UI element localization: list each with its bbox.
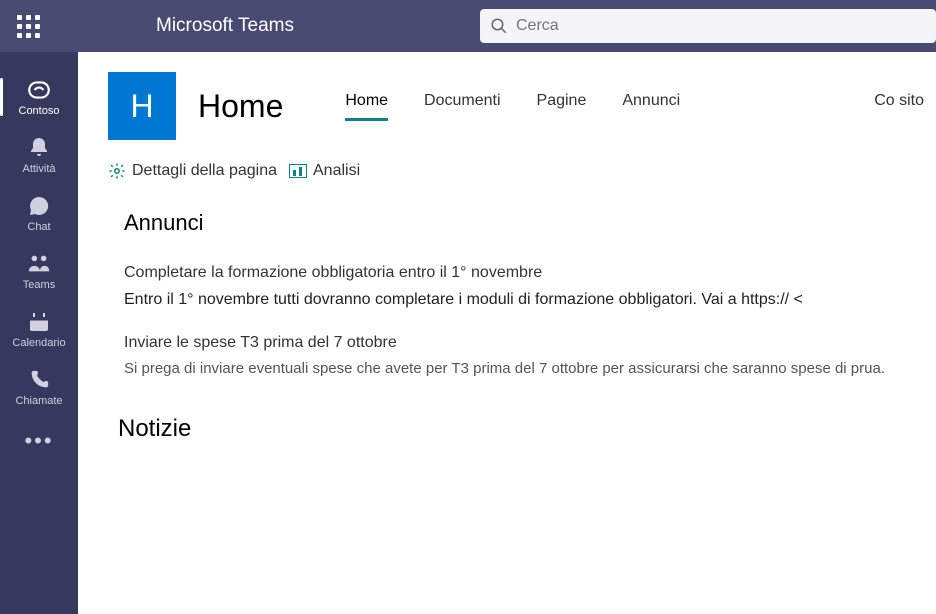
sidebar-label: Teams <box>23 279 55 291</box>
search-box[interactable] <box>480 9 936 43</box>
announcement-title: Inviare le spese T3 prima del 7 ottobre <box>124 334 924 352</box>
sidebar-item-teams[interactable]: Teams <box>3 242 75 300</box>
bell-icon <box>27 135 51 161</box>
announcement-body: Si prega di inviare eventuali spese che … <box>124 358 924 381</box>
sidebar-label: Contoso <box>19 105 60 117</box>
announcement-body: Entro il 1° novembre tutti dovranno comp… <box>124 288 924 312</box>
sidebar-label: Calendario <box>12 337 65 349</box>
tab-documents[interactable]: Documenti <box>424 92 500 121</box>
tab-home[interactable]: Home <box>345 92 388 121</box>
sidebar-item-contoso[interactable]: Contoso <box>3 68 75 126</box>
sidebar-item-chat[interactable]: Chat <box>3 184 75 242</box>
announcements-heading: Annunci <box>124 210 924 236</box>
tabs: Home Documenti Pagine Annunci <box>345 92 680 121</box>
sidebar-item-calls[interactable]: Chiamate <box>3 358 75 416</box>
sidebar: Contoso Attività Chat <box>0 52 78 614</box>
sidebar-label: Chat <box>27 221 50 233</box>
site-tile: H <box>108 72 176 140</box>
analytics-label: Analisi <box>313 162 360 180</box>
page-details-label: Dettagli della pagina <box>132 162 277 180</box>
contoso-icon <box>26 77 52 103</box>
phone-icon <box>28 367 50 393</box>
sidebar-item-activity[interactable]: Attività <box>3 126 75 184</box>
sidebar-item-calendar[interactable]: Calendario <box>3 300 75 358</box>
chart-icon <box>289 164 307 178</box>
tab-co-site[interactable]: Co sito <box>874 92 924 121</box>
search-input[interactable] <box>516 17 926 35</box>
calendar-icon <box>27 309 51 335</box>
gear-icon <box>108 162 126 180</box>
announcement-title: Completare la formazione obbligatoria en… <box>124 264 924 282</box>
sidebar-label: Attività <box>22 163 55 175</box>
content-area: Annunci Completare la formazione obbliga… <box>108 210 936 443</box>
sidebar-label: Chiamate <box>15 395 62 407</box>
search-wrap <box>480 9 936 43</box>
tab-announcements[interactable]: Annunci <box>622 92 680 121</box>
tab-pages[interactable]: Pagine <box>537 92 587 121</box>
announcement-item: Completare la formazione obbligatoria en… <box>124 264 924 312</box>
announcement-item: Inviare le spese T3 prima del 7 ottobre … <box>124 334 924 381</box>
topbar: Microsoft Teams <box>0 0 936 52</box>
main-content: H Home Home Documenti Pagine Annunci Co … <box>78 52 936 614</box>
teams-icon <box>26 251 52 277</box>
tool-row: Dettagli della pagina Analisi <box>108 162 936 180</box>
sidebar-more[interactable]: ••• <box>3 416 75 466</box>
site-title: Home <box>198 88 283 125</box>
page-details-button[interactable]: Dettagli della pagina <box>108 162 277 180</box>
chat-icon <box>27 193 51 219</box>
analytics-button[interactable]: Analisi <box>289 162 360 180</box>
search-icon <box>490 17 508 35</box>
ellipsis-icon: ••• <box>24 428 53 454</box>
site-header: H Home Home Documenti Pagine Annunci Co … <box>108 72 936 140</box>
waffle-icon[interactable] <box>14 12 42 40</box>
app-title: Microsoft Teams <box>156 15 294 37</box>
news-heading: Notizie <box>118 415 924 443</box>
